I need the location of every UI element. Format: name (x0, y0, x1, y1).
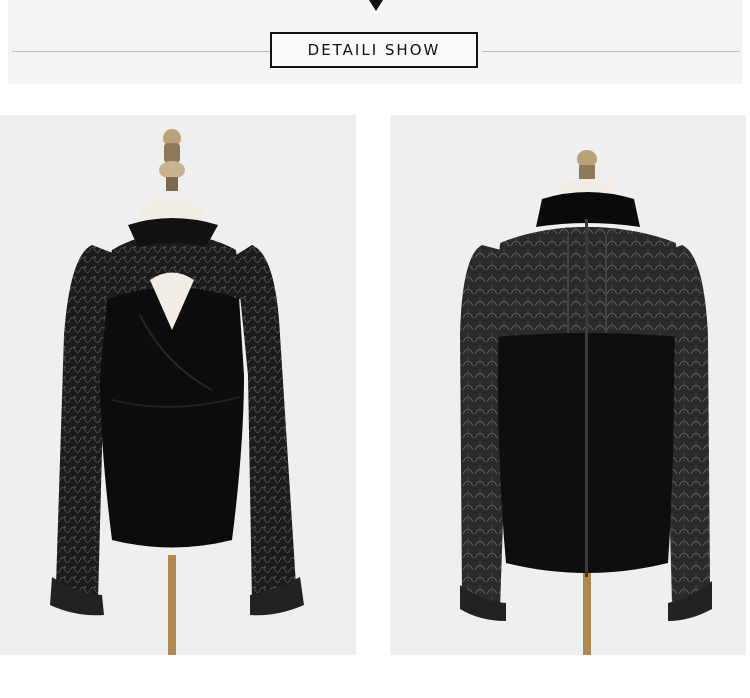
divider-right (482, 51, 740, 52)
divider-left (12, 51, 270, 52)
section-title-box: DETAILI SHOW (270, 32, 478, 68)
mannequin-finial (577, 150, 597, 179)
back-blouse-image (460, 150, 712, 655)
triangle-down-icon (369, 0, 383, 11)
product-photo-back (390, 115, 746, 655)
section-title: DETAILI SHOW (307, 41, 441, 59)
front-blouse-image (50, 129, 304, 655)
peter-pan-collar (128, 218, 218, 247)
product-photo-front (0, 115, 356, 655)
stand-pole (583, 570, 591, 655)
back-zipper (585, 219, 588, 577)
stand-pole (168, 555, 176, 655)
mannequin-finial (159, 129, 185, 191)
right-lace-sleeve (236, 245, 296, 603)
